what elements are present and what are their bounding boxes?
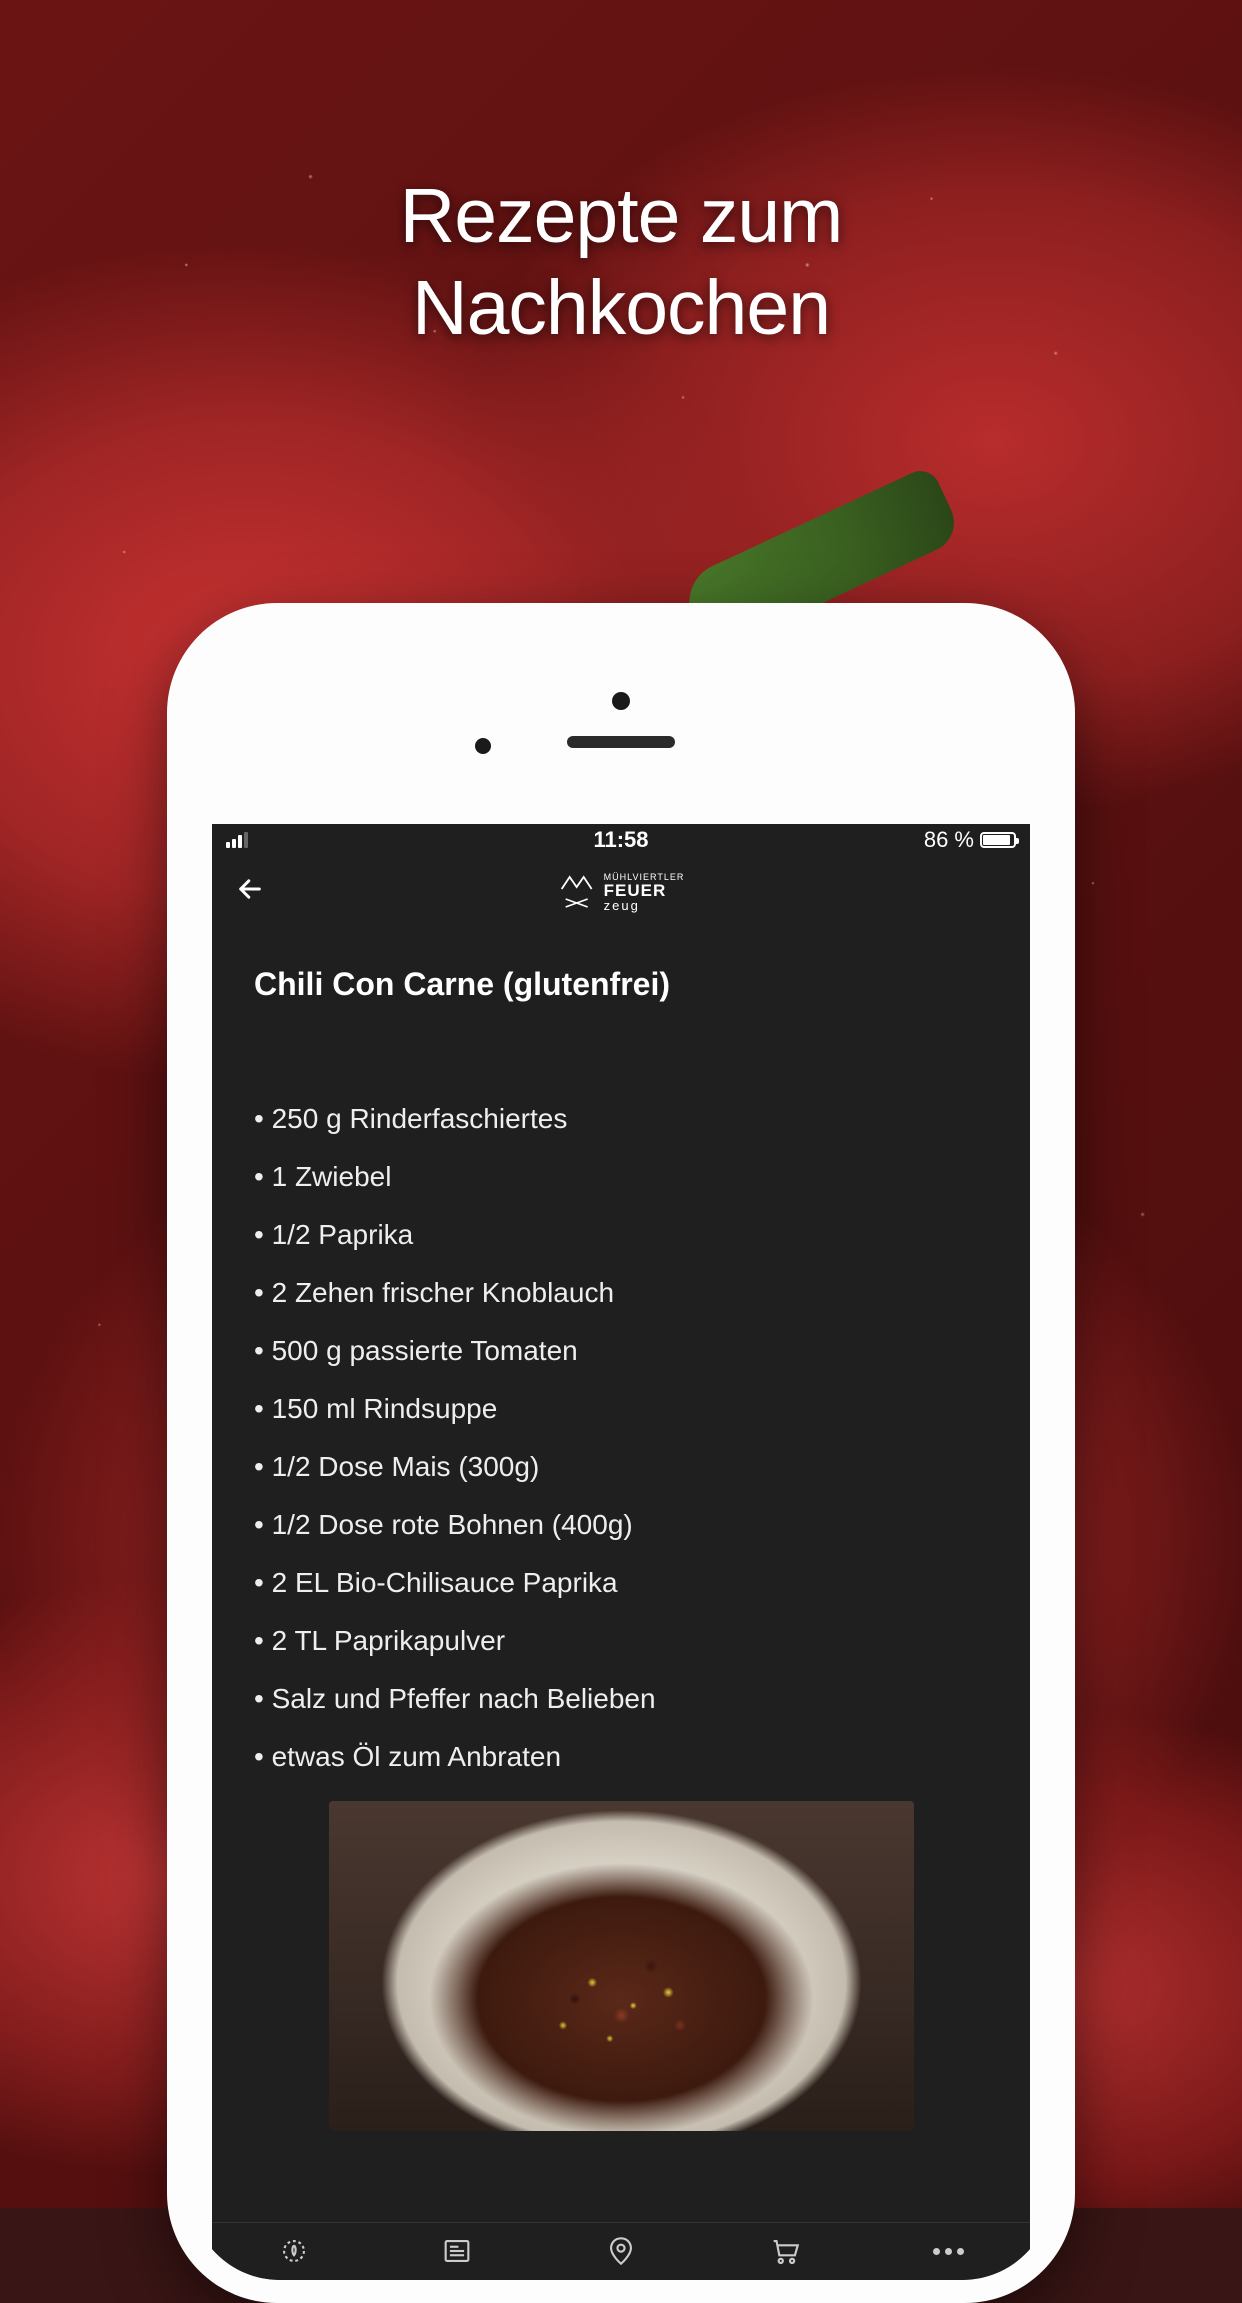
ingredient-item: 1/2 Dose Mais (300g) — [254, 1451, 988, 1483]
ingredient-item: 250 g Rinderfaschiertes — [254, 1103, 988, 1135]
more-dots-icon — [933, 2248, 964, 2255]
newspaper-icon — [440, 2234, 474, 2268]
tab-home[interactable] — [270, 2231, 318, 2271]
battery-icon — [980, 832, 1016, 848]
promo-title: Rezepte zum Nachkochen — [400, 170, 843, 355]
app-header: MÜHLVIERTLER FEUER zeug — [212, 856, 1030, 928]
logo-main-text: FEUER — [604, 882, 685, 899]
ingredient-item: 1/2 Dose rote Bohnen (400g) — [254, 1509, 988, 1541]
arrow-left-icon — [236, 875, 264, 903]
logo-sub-text: zeug — [604, 899, 685, 912]
tab-location[interactable] — [597, 2231, 645, 2271]
status-time: 11:58 — [593, 827, 648, 853]
logo-mark-icon — [558, 871, 596, 913]
signal-icon — [226, 832, 248, 848]
tab-bar — [212, 2222, 1030, 2280]
phone-device-frame: 11:58 86 % — [167, 603, 1075, 2303]
recipe-content[interactable]: Chili Con Carne (glutenfrei) 250 g Rinde… — [212, 928, 1030, 2131]
cart-icon — [768, 2234, 802, 2268]
tab-more[interactable] — [924, 2231, 972, 2271]
device-speaker — [567, 736, 675, 748]
ingredient-item: 500 g passierte Tomaten — [254, 1335, 988, 1367]
gear-flame-icon — [277, 2234, 311, 2268]
ingredient-item: 2 EL Bio-Chilisauce Paprika — [254, 1567, 988, 1599]
ingredient-item: 1 Zwiebel — [254, 1161, 988, 1193]
tab-news[interactable] — [433, 2231, 481, 2271]
tab-shop[interactable] — [761, 2231, 809, 2271]
battery-percent: 86 % — [924, 827, 974, 853]
ingredient-item: 2 TL Paprikapulver — [254, 1625, 988, 1657]
recipe-title: Chili Con Carne (glutenfrei) — [254, 966, 988, 1003]
ingredient-item: 2 Zehen frischer Knoblauch — [254, 1277, 988, 1309]
ingredients-list: 250 g Rinderfaschiertes 1 Zwiebel 1/2 Pa… — [254, 1103, 988, 1773]
ingredient-item: Salz und Pfeffer nach Belieben — [254, 1683, 988, 1715]
app-logo: MÜHLVIERTLER FEUER zeug — [558, 871, 685, 913]
status-bar: 11:58 86 % — [212, 824, 1030, 856]
device-camera-dot — [612, 692, 630, 710]
device-sensor-dot — [475, 738, 491, 754]
ingredient-item: etwas Öl zum Anbraten — [254, 1741, 988, 1773]
ingredient-item: 1/2 Paprika — [254, 1219, 988, 1251]
app-screen: 11:58 86 % — [212, 824, 1030, 2280]
back-button[interactable] — [228, 870, 272, 915]
ingredient-item: 150 ml Rindsuppe — [254, 1393, 988, 1425]
location-pin-icon — [604, 2234, 638, 2268]
recipe-image — [329, 1801, 914, 2131]
